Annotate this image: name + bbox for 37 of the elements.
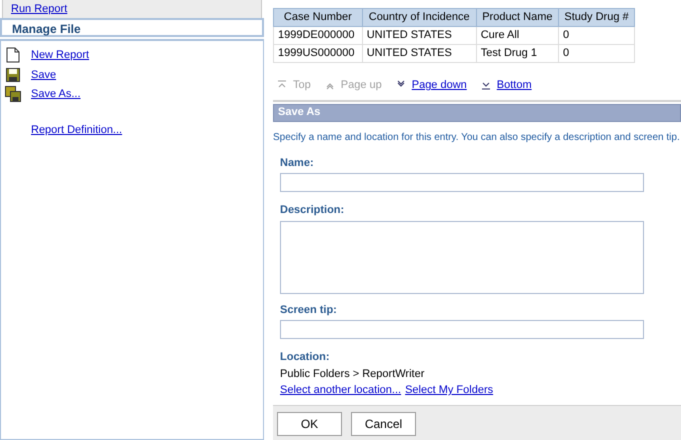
column-header: Case Number xyxy=(274,8,362,26)
dialog-title: Save As xyxy=(273,104,681,122)
document-icon xyxy=(6,47,20,64)
pager-link[interactable]: Bottom xyxy=(480,77,532,94)
table-cell: 1999DE000000 xyxy=(274,26,362,44)
menu-link[interactable]: New Report xyxy=(31,47,90,64)
table-cell: UNITED STATES xyxy=(362,44,476,62)
location-link[interactable]: Select My Folders xyxy=(405,382,494,398)
down-arrow-icon xyxy=(480,80,491,90)
column-header: Country of Incidence xyxy=(362,8,476,26)
table-cell: 0 xyxy=(558,44,634,62)
menu-link[interactable]: Report Definition... xyxy=(31,122,122,138)
intro-text: Specify a name and location for this entry. You can also specify a description and screen tip. xyxy=(273,130,681,144)
pager-link[interactable]: Page down xyxy=(396,77,467,94)
table-cell: Cure All xyxy=(476,26,559,44)
section-tab[interactable]: Manage File xyxy=(0,18,264,37)
dialog-button[interactable]: Cancel xyxy=(351,412,416,436)
description-textarea[interactable] xyxy=(280,220,644,294)
table-cell: 0 xyxy=(558,26,634,44)
field-label: Screen tip: xyxy=(280,302,338,318)
floppy-disks-icon xyxy=(5,86,21,102)
table-cell: UNITED STATES xyxy=(362,26,476,44)
dialog-button[interactable]: OK xyxy=(277,412,342,436)
column-header: Study Drug # xyxy=(558,8,634,26)
field-label: Description: xyxy=(280,203,346,218)
field-label: Location: xyxy=(280,350,330,365)
menu-link[interactable]: Save As... xyxy=(31,86,81,102)
table-cell: Test Drug 1 xyxy=(476,44,559,62)
menu-link[interactable]: Save xyxy=(31,66,56,83)
location-text: Public Folders > ReportWriter xyxy=(280,366,426,382)
column-header: Product Name xyxy=(476,8,559,26)
table-cell: 1999US000000 xyxy=(274,44,362,62)
screen-tip-input[interactable] xyxy=(280,320,644,339)
field-label: Name: xyxy=(280,156,315,170)
location-link[interactable]: Select another location... xyxy=(280,382,402,398)
name-input[interactable] xyxy=(280,173,644,192)
section-tab[interactable]: Run Report xyxy=(2,0,262,18)
